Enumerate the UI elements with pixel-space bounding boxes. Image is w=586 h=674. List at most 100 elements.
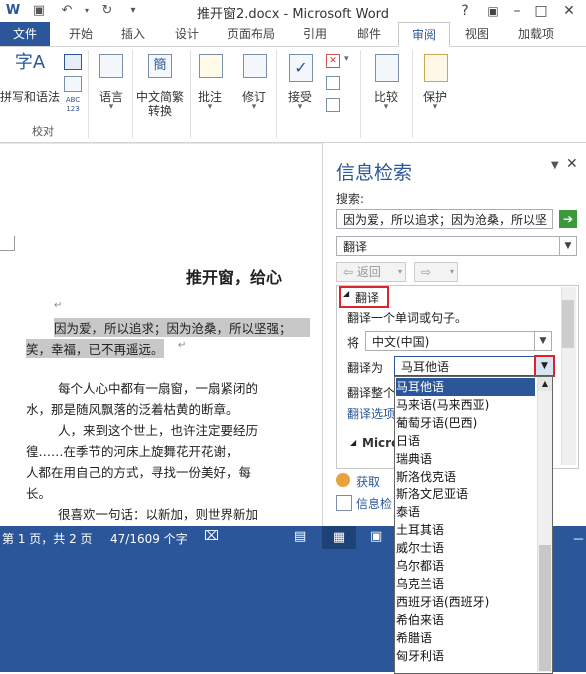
chevron-down-icon[interactable]: ▼ bbox=[534, 355, 555, 377]
language-button[interactable]: 语言 ▾ bbox=[92, 52, 130, 118]
document-text-line[interactable]: 每个人心中都有一扇窗，一扇紧闭的 bbox=[58, 378, 310, 397]
document-text-line[interactable]: 徨……在季节的河床上旋舞花开花谢， bbox=[26, 441, 310, 460]
tab-design[interactable]: 设计 bbox=[164, 22, 210, 46]
language-option[interactable]: 葡萄牙语(巴西) bbox=[396, 414, 535, 432]
dropdown-scrollbar-thumb[interactable] bbox=[539, 545, 551, 671]
language-option[interactable]: 马来语(马来西亚) bbox=[396, 396, 535, 414]
print-layout-icon[interactable]: ▦ bbox=[322, 526, 356, 549]
comments-dropdown-icon: ▾ bbox=[207, 102, 213, 112]
document-heading[interactable]: 推开窗，给心 bbox=[186, 264, 282, 288]
ruler-divider bbox=[0, 143, 322, 144]
thesaurus-icon[interactable] bbox=[64, 76, 82, 92]
search-input[interactable]: 因为爱，所以追求；因为沧桑，所以坚 bbox=[336, 209, 553, 229]
search-go-icon[interactable]: ➔ bbox=[559, 210, 577, 228]
highlighted-text-line[interactable]: 笑，幸福，已不再遥远。 bbox=[26, 339, 164, 358]
highlighted-text-line[interactable]: 因为爱，所以追求；因为沧桑，所以坚强； bbox=[54, 318, 310, 337]
scroll-up-icon[interactable]: ▲ bbox=[538, 377, 552, 391]
language-option[interactable]: 日语 bbox=[396, 432, 535, 450]
research-options-icon[interactable] bbox=[336, 495, 352, 511]
zoom-out-button[interactable]: － bbox=[572, 529, 585, 548]
tab-addins[interactable]: 加载项 bbox=[508, 22, 564, 46]
language-option[interactable]: 斯洛伐克语 bbox=[396, 468, 535, 486]
spelling-grammar-button[interactable]: 字A 拼写和语法 bbox=[0, 52, 60, 104]
chinese-conversion-button[interactable]: 簡 中文简繁 转换 bbox=[134, 52, 186, 118]
language-option[interactable]: 乌克兰语 bbox=[396, 575, 535, 593]
language-option[interactable]: 斯洛文尼亚语 bbox=[396, 485, 535, 503]
tab-view[interactable]: 视图 bbox=[454, 22, 500, 46]
minimize-button[interactable]: – bbox=[506, 1, 528, 21]
pane-title: 信息检索 bbox=[336, 162, 413, 184]
word-count[interactable]: 47/1609 个字 bbox=[110, 530, 188, 547]
document-text-line[interactable]: 人，来到这个世上，也许注定要经历 bbox=[58, 420, 310, 439]
ribbon-display-button[interactable]: ▣ bbox=[482, 1, 504, 21]
get-services-icon[interactable] bbox=[336, 473, 350, 487]
chinese-convert-label-2: 转换 bbox=[147, 104, 172, 118]
lock-icon bbox=[424, 54, 448, 82]
next-change-icon[interactable] bbox=[326, 98, 340, 112]
results-scrollbar-thumb[interactable] bbox=[562, 300, 574, 348]
document-text-line[interactable]: 人都在用自己的方式，寻找一份美好，每 bbox=[26, 462, 310, 481]
section-header-highlight[interactable]: ◢ 翻译 bbox=[339, 286, 389, 308]
proofing-status-icon[interactable]: ⌧ bbox=[204, 529, 219, 544]
language-option[interactable]: 泰语 bbox=[396, 503, 535, 521]
to-language-select[interactable]: 马耳他语 bbox=[394, 356, 553, 376]
protect-button[interactable]: 保护 ▾ bbox=[416, 52, 454, 118]
forward-button[interactable]: ⇨ ▾ bbox=[414, 262, 458, 282]
web-layout-icon[interactable]: ▣ bbox=[370, 529, 382, 544]
tab-file[interactable]: 文件 bbox=[0, 22, 50, 46]
reject-dropdown-icon[interactable]: ▾ bbox=[344, 54, 349, 64]
page-count[interactable]: 第 1 页，共 2 页 bbox=[2, 530, 93, 547]
research-options-link[interactable]: 信息检 bbox=[356, 495, 392, 512]
language-option[interactable]: 威尔士语 bbox=[396, 539, 535, 557]
maximize-button[interactable]: □ bbox=[530, 1, 552, 21]
translate-whole-link[interactable]: 翻译整个 bbox=[347, 384, 395, 401]
tab-references[interactable]: 引用 bbox=[292, 22, 338, 46]
reject-icon[interactable]: ✕ bbox=[326, 54, 340, 68]
from-label: 将 bbox=[347, 336, 360, 350]
from-language-select[interactable]: 中文(中国) ▼ bbox=[365, 331, 552, 351]
document-text-line[interactable]: 长。 bbox=[26, 483, 51, 502]
service-select[interactable]: 翻译 ▼ bbox=[336, 236, 577, 256]
pane-close-icon[interactable]: ✕ bbox=[566, 156, 578, 172]
spelling-icon: 字A bbox=[14, 52, 46, 73]
read-mode-icon[interactable]: ▤ bbox=[294, 529, 306, 544]
ribbon-separator bbox=[88, 50, 89, 138]
dropdown-scrollbar[interactable]: ▲ bbox=[537, 377, 552, 672]
language-option[interactable]: 匈牙利语 bbox=[396, 647, 535, 665]
tab-mailings[interactable]: 邮件 bbox=[346, 22, 392, 46]
help-button[interactable]: ? bbox=[454, 1, 476, 21]
accept-dropdown-icon: ▾ bbox=[297, 102, 303, 112]
language-option[interactable]: 西班牙语(西班牙) bbox=[396, 593, 535, 611]
tab-layout[interactable]: 页面布局 bbox=[218, 22, 284, 46]
paragraph-mark: ↵ bbox=[54, 300, 63, 311]
document-text-line[interactable]: 很喜欢一句话：以新加，则世界新加 bbox=[58, 504, 310, 522]
word-count-icon[interactable]: ABC 123 bbox=[64, 96, 82, 116]
close-button[interactable]: ✕ bbox=[558, 1, 580, 21]
back-dropdown-icon: ▾ bbox=[397, 267, 402, 276]
tab-insert[interactable]: 插入 bbox=[110, 22, 156, 46]
get-services-link[interactable]: 获取 bbox=[356, 473, 380, 490]
research-icon[interactable] bbox=[64, 54, 82, 70]
pane-options-icon[interactable]: ▼ bbox=[551, 160, 559, 171]
language-option[interactable]: 马耳他语 bbox=[396, 378, 535, 396]
track-changes-button[interactable]: 修订 ▾ bbox=[236, 52, 272, 118]
comments-button[interactable]: 批注 ▾ bbox=[192, 52, 228, 118]
translate-options-link[interactable]: 翻译选项 bbox=[347, 405, 395, 422]
spelling-label: 拼写和语法 bbox=[0, 90, 61, 104]
document-text-line[interactable]: 水，那是随风飘落的泛着枯黄的断章。 bbox=[26, 399, 310, 418]
compare-icon bbox=[375, 54, 399, 82]
group-label-proofing: 校对 bbox=[32, 125, 54, 138]
collapse-icon: ◢ bbox=[350, 438, 357, 447]
language-option[interactable]: 希伯来语 bbox=[396, 611, 535, 629]
language-option[interactable]: 瑞典语 bbox=[396, 450, 535, 468]
language-option[interactable]: 乌尔都语 bbox=[396, 557, 535, 575]
accept-button[interactable]: ✓ 接受 ▾ bbox=[282, 52, 318, 118]
tab-home[interactable]: 开始 bbox=[58, 22, 104, 46]
language-option[interactable]: 希腊语 bbox=[396, 629, 535, 647]
previous-change-icon[interactable] bbox=[326, 76, 340, 90]
language-option[interactable]: 土耳其语 bbox=[396, 521, 535, 539]
section-title: 翻译 bbox=[355, 291, 380, 305]
tab-review[interactable]: 审阅 bbox=[398, 22, 450, 47]
back-button[interactable]: ⇦ 返回 ▾ bbox=[336, 262, 406, 282]
compare-button[interactable]: 比较 ▾ bbox=[366, 52, 406, 118]
